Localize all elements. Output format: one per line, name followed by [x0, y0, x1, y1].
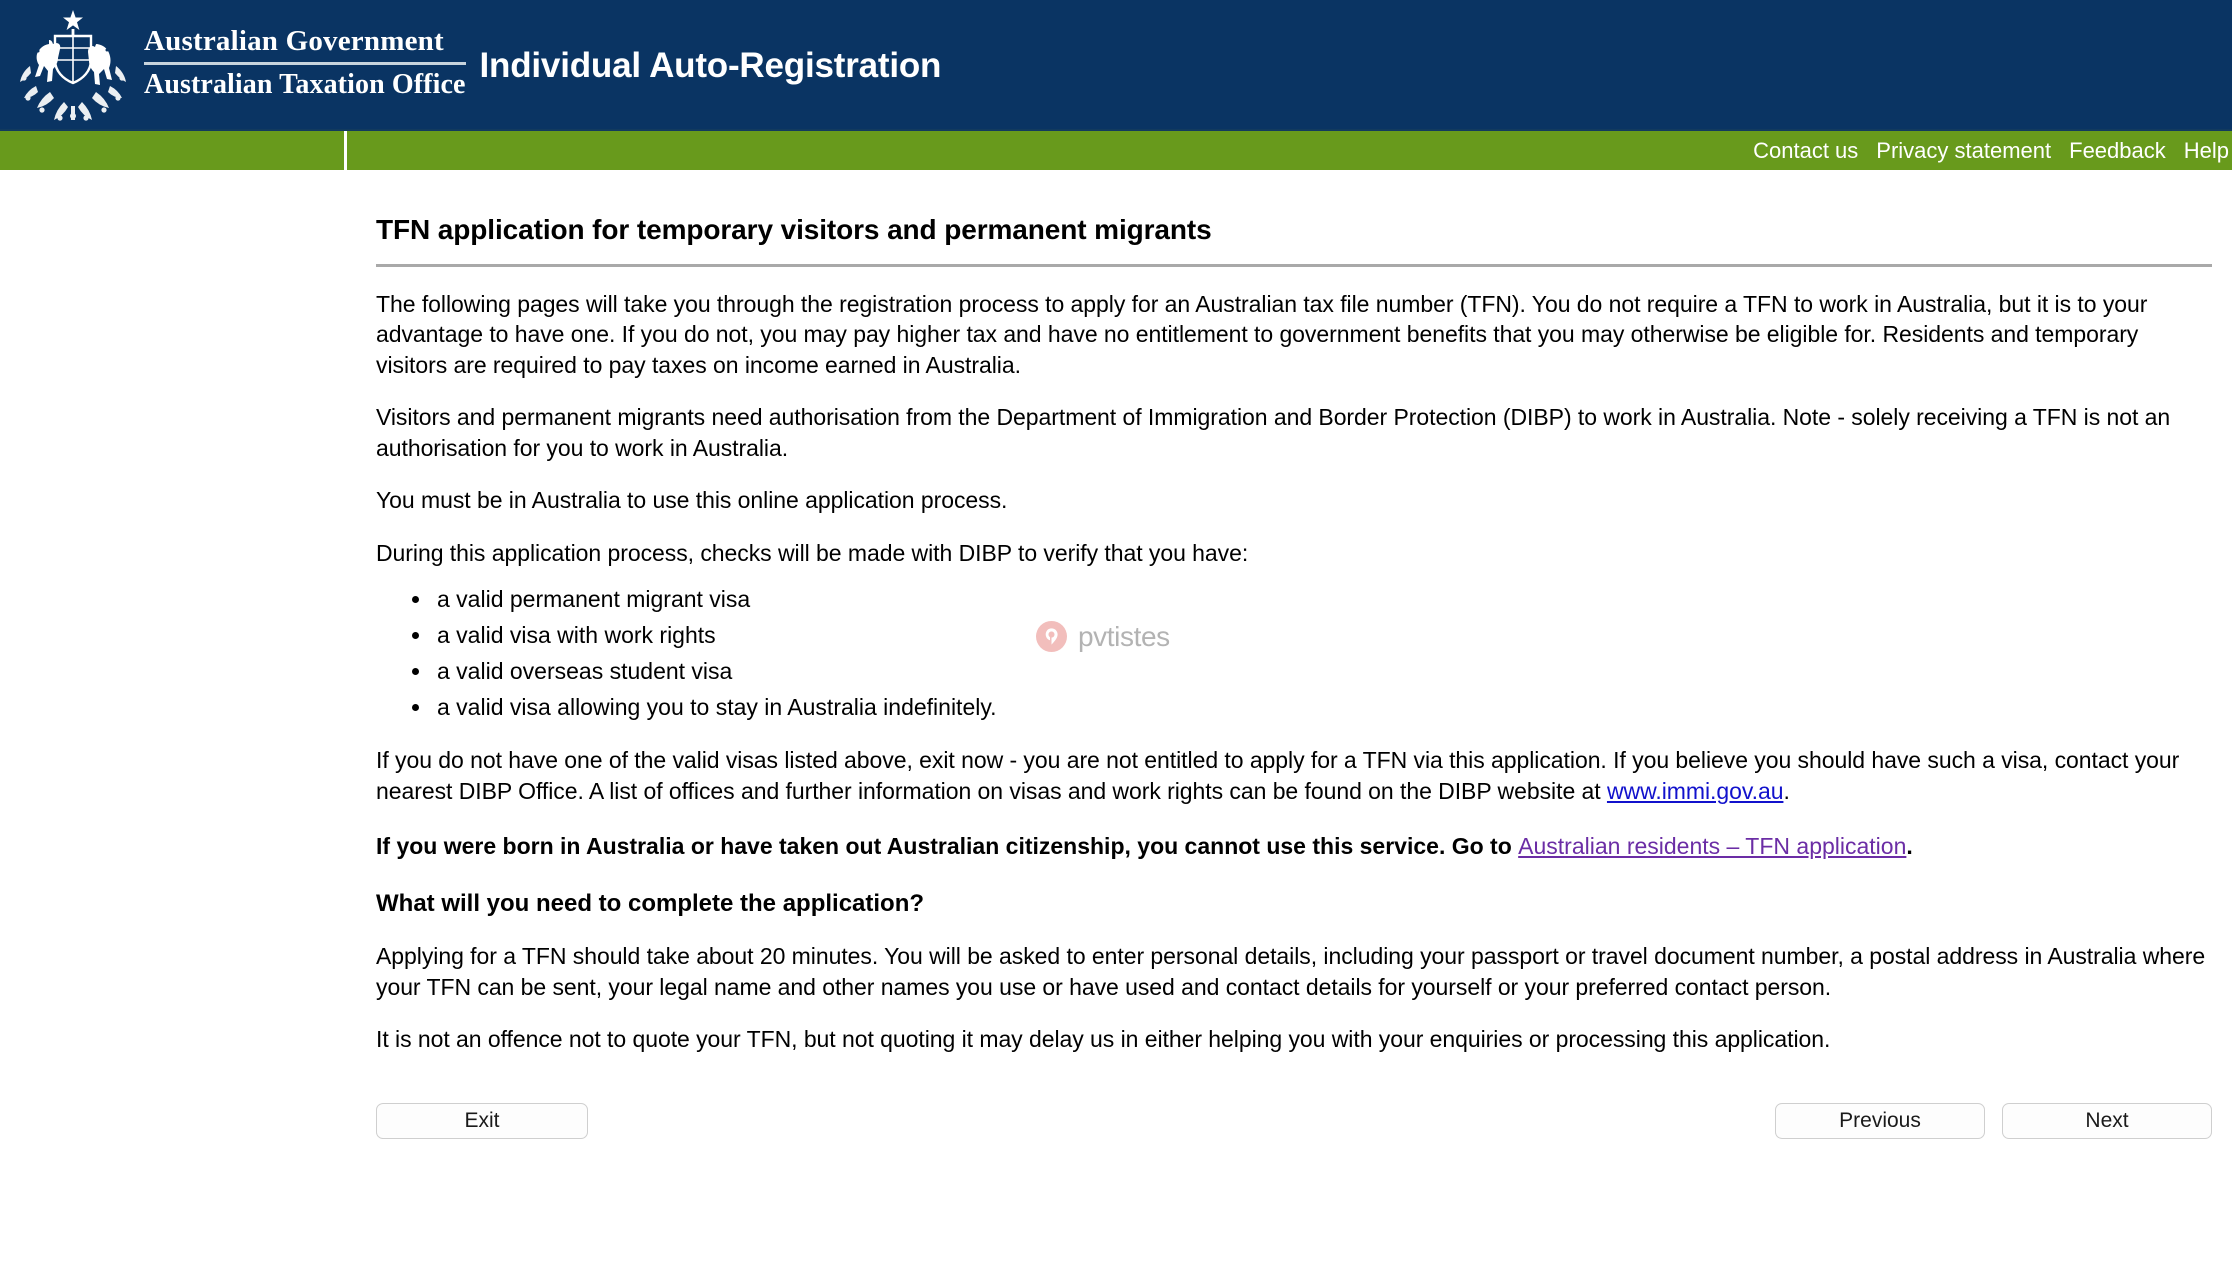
site-header: Australian Government Australian Taxatio…: [0, 0, 2232, 129]
next-button[interactable]: Next: [2002, 1103, 2212, 1140]
location-requirement-paragraph: You must be in Australia to use this onl…: [376, 487, 1008, 514]
utility-nav-bar: Contact us Privacy statement Feedback He…: [0, 129, 2232, 170]
intro-paragraph: The following pages will take you throug…: [376, 290, 2148, 378]
no-valid-visa-text-after: .: [1783, 777, 1790, 804]
nav-divider: [344, 131, 347, 170]
app-title: Individual Auto-Registration: [479, 46, 942, 85]
australian-coat-of-arms-icon: [20, 9, 126, 121]
australian-government-text: Australian Government: [144, 24, 444, 57]
authorisation-paragraph: Visitors and permanent migrants need aut…: [376, 404, 2171, 461]
australian-taxation-office-text: Australian Taxation Office: [144, 69, 466, 101]
immi-website-link[interactable]: www.immi.gov.au: [1607, 778, 1784, 804]
time-and-details-paragraph: Applying for a TFN should take about 20 …: [376, 943, 2206, 1000]
exit-button[interactable]: Exit: [376, 1103, 588, 1140]
form-navigation-buttons: Exit Previous Next: [376, 1103, 2212, 1169]
navigation-button-group: Previous Next: [1775, 1103, 2212, 1140]
citizenship-text-after: .: [1906, 832, 1913, 859]
title-divider: [376, 263, 2212, 267]
valid-visa-list: a valid permanent migrant visa a valid v…: [376, 583, 2212, 724]
page-title: TFN application for temporary visitors a…: [376, 214, 1212, 245]
offence-note-paragraph: It is not an offence not to quote your T…: [376, 1026, 1831, 1053]
content-column: TFN application for temporary visitors a…: [376, 213, 2212, 1169]
list-item: a valid visa allowing you to stay in Aus…: [433, 691, 2212, 723]
nav-link-privacy-statement[interactable]: Privacy statement: [1867, 139, 2060, 162]
page-body: TFN application for temporary visitors a…: [0, 213, 2232, 1169]
list-item: a valid visa with work rights: [433, 619, 2212, 651]
no-valid-visa-text-before: If you do not have one of the valid visa…: [376, 747, 2180, 804]
lockup-divider: [144, 62, 466, 66]
list-item: a valid overseas student visa: [433, 655, 2212, 687]
checks-intro-paragraph: During this application process, checks …: [376, 540, 1249, 567]
requirements-heading: What will you need to complete the appli…: [376, 890, 925, 918]
nav-link-feedback[interactable]: Feedback: [2060, 139, 2175, 162]
government-lockup: Australian Government Australian Taxatio…: [144, 25, 466, 105]
nav-link-help[interactable]: Help: [2175, 139, 2232, 162]
nav-link-contact-us[interactable]: Contact us: [1744, 139, 1867, 162]
utility-nav-links: Contact us Privacy statement Feedback He…: [1744, 139, 2232, 162]
list-item: a valid permanent migrant visa: [433, 583, 2212, 615]
no-valid-visa-paragraph: If you do not have one of the valid visa…: [376, 745, 2212, 806]
previous-button[interactable]: Previous: [1775, 1103, 1985, 1140]
citizenship-text-before: If you were born in Australia or have ta…: [376, 832, 1519, 859]
australian-residents-tfn-application-link[interactable]: Australian residents – TFN application: [1518, 833, 1906, 859]
citizenship-statement: If you were born in Australia or have ta…: [376, 831, 2212, 862]
